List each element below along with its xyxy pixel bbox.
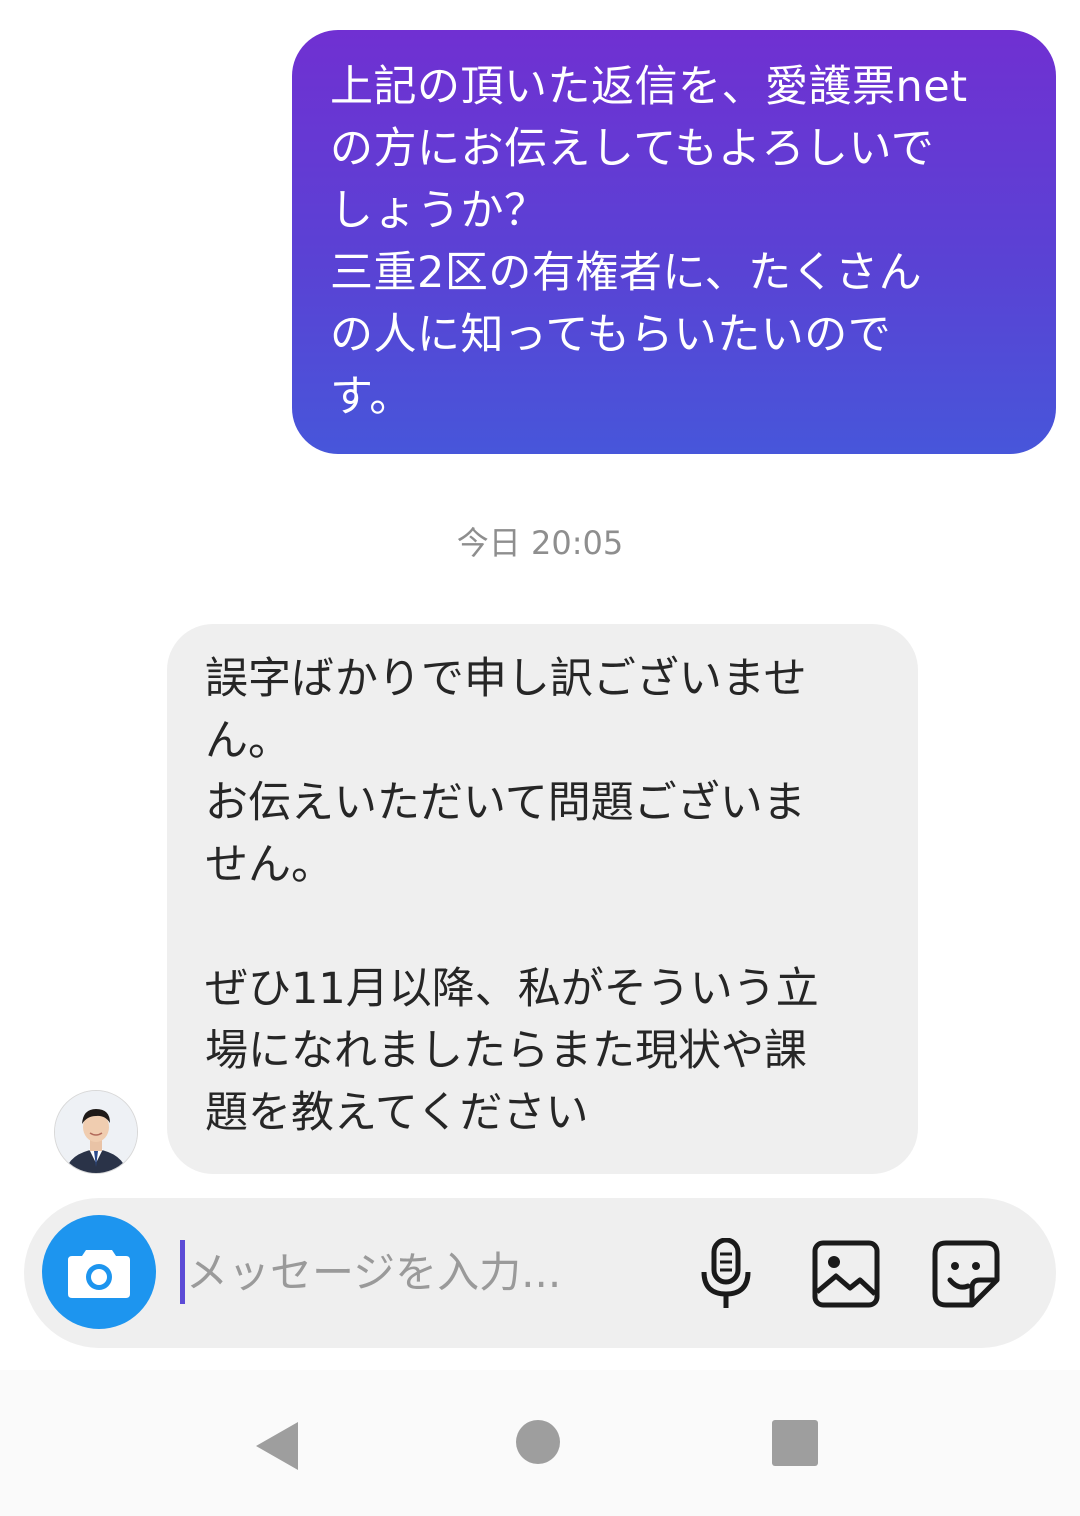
message-composer bbox=[24, 1198, 1056, 1348]
system-navigation-bar bbox=[0, 1370, 1080, 1516]
back-icon bbox=[256, 1422, 298, 1470]
sticker-button[interactable] bbox=[930, 1238, 1002, 1310]
recents-button[interactable] bbox=[770, 1416, 830, 1476]
microphone-icon bbox=[701, 1238, 751, 1308]
message-thread[interactable]: 上記の頂いた返信を、愛護票net の方にお伝えしてもよろしいで しょうか？ 三重… bbox=[0, 0, 1080, 1190]
avatar[interactable] bbox=[54, 1090, 138, 1174]
image-icon bbox=[812, 1240, 880, 1308]
avatar-portrait-icon bbox=[55, 1091, 137, 1173]
sent-message-bubble[interactable]: 上記の頂いた返信を、愛護票net の方にお伝えしてもよろしいで しょうか？ 三重… bbox=[292, 30, 1056, 454]
back-button[interactable] bbox=[252, 1416, 312, 1476]
gallery-button[interactable] bbox=[810, 1238, 882, 1310]
message-input[interactable] bbox=[186, 1236, 636, 1308]
recents-icon bbox=[772, 1420, 818, 1466]
text-cursor bbox=[180, 1240, 185, 1304]
home-button[interactable] bbox=[508, 1416, 568, 1476]
sticker-icon bbox=[932, 1240, 1000, 1308]
camera-button[interactable] bbox=[42, 1215, 156, 1329]
home-icon bbox=[516, 1420, 560, 1464]
message-timestamp: 今日 20:05 bbox=[456, 524, 624, 562]
camera-icon bbox=[68, 1250, 130, 1298]
microphone-button[interactable] bbox=[690, 1238, 762, 1310]
received-message-bubble[interactable]: 誤字ばかりで申し訳ございませ ん。 お伝えいただいて問題ございま せん。 ぜひ1… bbox=[167, 624, 918, 1174]
